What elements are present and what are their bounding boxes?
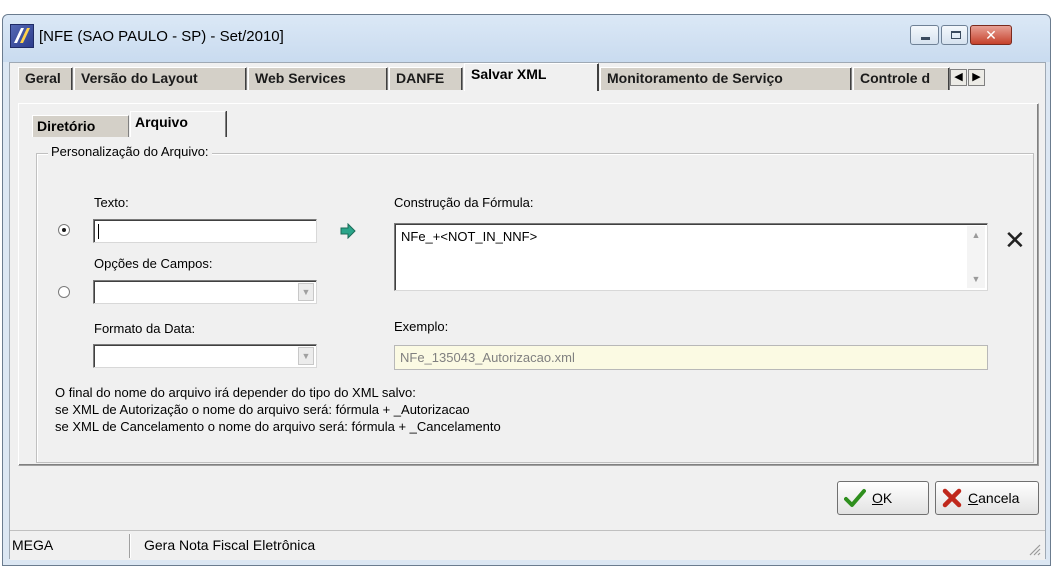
ok-label: OK xyxy=(872,490,893,506)
close-x-icon[interactable]: ✕ xyxy=(1004,227,1026,253)
tab-web-services[interactable]: Web Services xyxy=(248,67,388,90)
opcoes-label: Opções de Campos: xyxy=(94,256,213,271)
chevron-down-icon[interactable]: ▼ xyxy=(298,347,314,365)
minimize-icon xyxy=(921,37,930,40)
status-left: MEGA xyxy=(12,537,54,553)
exemplo-label: Exemplo: xyxy=(394,319,449,334)
formula-textarea[interactable]: NFe_+<NOT_IN_NNF> ▲ ▼ xyxy=(394,223,988,291)
status-right: Gera Nota Fiscal Eletrônica xyxy=(144,537,316,553)
arrow-right-icon[interactable] xyxy=(340,222,356,242)
exemplo-field: NFe_135043_Autorizacao.xml xyxy=(394,345,988,370)
chevron-down-icon[interactable]: ▼ xyxy=(298,283,314,301)
dialog-client: Geral Versão do Layout Web Services DANF… xyxy=(9,62,1046,560)
tab-scroll-right-button[interactable]: ▶ xyxy=(968,69,985,86)
scroll-up-icon[interactable]: ▲ xyxy=(967,230,985,240)
close-window-button[interactable]: ✕ xyxy=(970,25,1012,45)
text-caret xyxy=(98,224,99,240)
cancel-button[interactable]: Cancela xyxy=(935,481,1039,515)
maximize-button[interactable] xyxy=(941,25,968,45)
title-bar[interactable]: [NFE (SAO PAULO - SP) - Set/2010] ✕ xyxy=(3,15,1050,62)
formato-data-label: Formato da Data: xyxy=(94,321,196,336)
tab-monitoramento-servico[interactable]: Monitoramento de Serviço xyxy=(600,67,852,90)
opcoes-radio[interactable] xyxy=(58,286,70,298)
formula-text: NFe_+<NOT_IN_NNF> xyxy=(401,229,538,244)
resize-grip-icon[interactable] xyxy=(1027,542,1041,556)
minimize-button[interactable] xyxy=(910,25,939,45)
close-icon: ✕ xyxy=(985,27,997,43)
tab-diretorio[interactable]: Diretório xyxy=(32,115,129,137)
cancel-label: Cancela xyxy=(968,490,1020,506)
texto-radio[interactable] xyxy=(58,224,70,236)
app-logo-icon xyxy=(10,24,34,48)
ok-button[interactable]: OK xyxy=(837,481,929,515)
window-title: [NFE (SAO PAULO - SP) - Set/2010] xyxy=(39,28,284,45)
formato-data-dropdown[interactable]: ▼ xyxy=(93,344,317,368)
tab-controle[interactable]: Controle d xyxy=(853,67,950,90)
group-title: Personalização do Arquivo: xyxy=(48,144,212,159)
status-divider xyxy=(129,534,131,558)
tab-geral[interactable]: Geral xyxy=(18,67,73,90)
tab-versao-layout[interactable]: Versão do Layout xyxy=(74,67,247,90)
formula-scrollbar[interactable]: ▲ ▼ xyxy=(967,226,985,288)
tab-danfe[interactable]: DANFE xyxy=(389,67,463,90)
note-line-2: se XML de Autorização o nome do arquivo … xyxy=(55,402,470,417)
note-line-1: O final do nome do arquivo irá depender … xyxy=(55,385,416,400)
texto-label: Texto: xyxy=(94,195,129,210)
maximize-icon xyxy=(951,31,961,39)
opcoes-dropdown[interactable]: ▼ xyxy=(93,280,317,304)
check-icon xyxy=(844,489,866,507)
tab-scroll-left-button[interactable]: ◀ xyxy=(950,69,967,86)
formula-label: Construção da Fórmula: xyxy=(394,195,534,210)
texto-input[interactable] xyxy=(93,219,317,243)
scroll-down-icon[interactable]: ▼ xyxy=(967,274,985,284)
note-line-3: se XML de Cancelamento o nome do arquivo… xyxy=(55,419,501,434)
tab-salvar-xml[interactable]: Salvar XML xyxy=(464,63,599,91)
tab-arquivo[interactable]: Arquivo xyxy=(130,111,226,137)
status-bar: MEGA Gera Nota Fiscal Eletrônica xyxy=(10,530,1045,560)
red-x-icon xyxy=(942,488,962,508)
nfe-config-window: [NFE (SAO PAULO - SP) - Set/2010] ✕ Gera… xyxy=(2,14,1051,566)
